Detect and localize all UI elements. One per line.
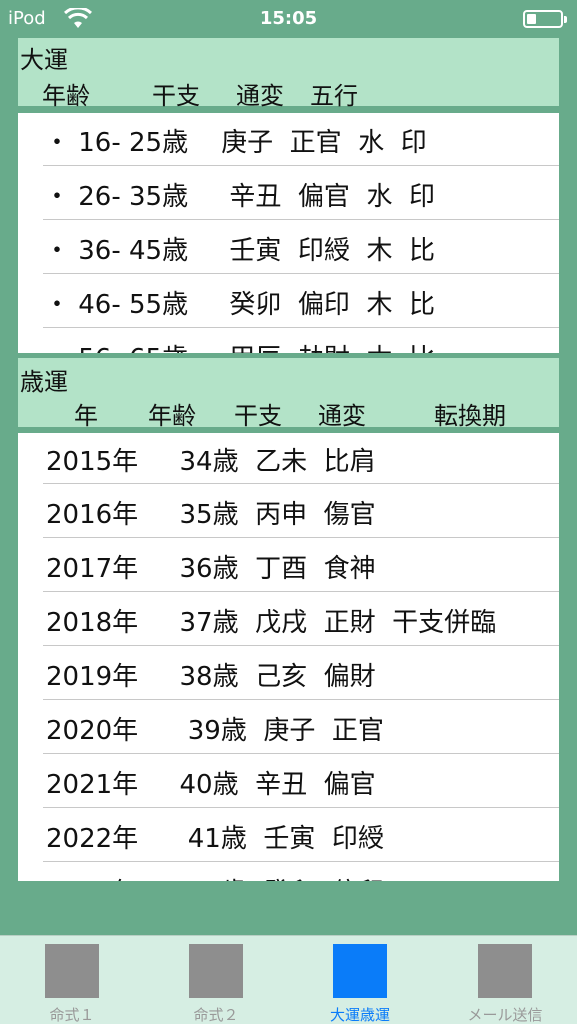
tab-label: メール送信	[467, 1006, 543, 1024]
saiun-title: 歳運	[20, 368, 68, 396]
list-item[interactable]: ・ 36- 45歳 壬寅 印綬 木 比	[18, 220, 559, 274]
list-item[interactable]: 2017年 36歳 丁酉 食神	[18, 538, 559, 592]
taiun-col-kanshi: 干支	[152, 82, 200, 110]
taiun-col-tsuhen: 通変	[236, 82, 284, 110]
tab-label: 命式２	[193, 1006, 239, 1024]
taiun-title: 大運	[20, 46, 68, 74]
tab-meishiki-2[interactable]: 命式２	[144, 936, 288, 1024]
tab-taiun-saiun[interactable]: 大運歳運	[288, 936, 432, 1024]
saiun-col-year: 年	[74, 402, 98, 430]
list-item[interactable]: 2015年 34歳 乙未 比肩	[18, 433, 559, 484]
tab-label: 命式１	[49, 1006, 95, 1024]
list-item[interactable]: ・ 56- 65歳 甲辰 劫財 木 比	[18, 328, 559, 353]
clock: 15:05	[259, 8, 318, 29]
saiun-header: 歳運 年 年齢 干支 通変 転換期	[18, 358, 559, 430]
saiun-col-tsuhen: 通変	[318, 402, 366, 430]
tab-mail-send[interactable]: メール送信	[433, 936, 577, 1024]
status-bar: iPod 15:05	[0, 0, 577, 38]
list-item[interactable]: 2016年 35歳 丙申 傷官	[18, 484, 559, 538]
saiun-list[interactable]: 2015年 34歳 乙未 比肩 2016年 35歳 丙申 傷官 2017年 36…	[18, 433, 559, 881]
saiun-col-tenkanki: 転換期	[434, 402, 506, 430]
list-item[interactable]: 2019年 38歳 己亥 偏財	[18, 646, 559, 700]
taiun-col-gogyo: 五行	[310, 82, 358, 110]
placeholder-icon	[333, 944, 387, 998]
list-item[interactable]: ・ 26- 35歳 辛丑 偏官 水 印	[18, 166, 559, 220]
placeholder-icon	[45, 944, 99, 998]
tab-label: 大運歳運	[329, 1006, 390, 1024]
list-item[interactable]: 2021年 40歳 辛丑 偏官	[18, 754, 559, 808]
placeholder-icon	[478, 944, 532, 998]
tab-meishiki-1[interactable]: 命式１	[0, 936, 144, 1024]
tab-bar: 命式１ 命式２ 大運歳運 メール送信	[0, 935, 577, 1024]
list-item[interactable]: 2020年 39歳 庚子 正官	[18, 700, 559, 754]
list-item[interactable]: ・ 16- 25歳 庚子 正官 水 印	[18, 113, 559, 166]
list-item[interactable]: 2023年 42歳 癸卯 偏印	[18, 862, 559, 881]
list-item[interactable]: ・ 46- 55歳 癸卯 偏印 木 比	[18, 274, 559, 328]
saiun-col-age: 年齢	[148, 402, 196, 430]
taiun-header: 大運 年齢 干支 通変 五行	[18, 38, 559, 110]
placeholder-icon	[189, 944, 243, 998]
battery-icon	[523, 10, 567, 28]
taiun-col-age: 年齢	[42, 82, 90, 110]
list-item[interactable]: 2022年 41歳 壬寅 印綬	[18, 808, 559, 862]
taiun-list[interactable]: ・ 16- 25歳 庚子 正官 水 印 ・ 26- 35歳 辛丑 偏官 水 印 …	[18, 113, 559, 353]
list-item[interactable]: 2018年 37歳 戊戌 正財 干支併臨	[18, 592, 559, 646]
saiun-col-kanshi: 干支	[234, 402, 282, 430]
